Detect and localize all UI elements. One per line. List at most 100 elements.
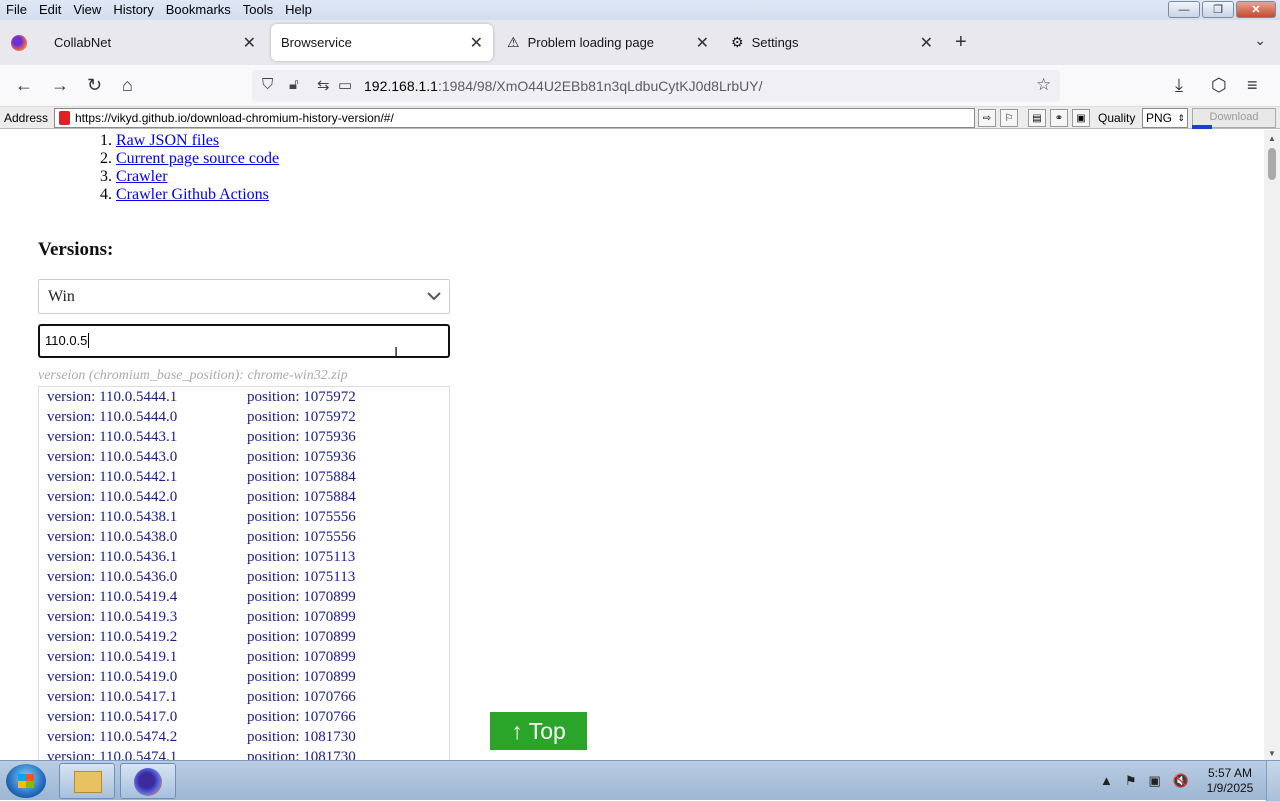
version-row[interactable]: version: 110.0.5419.2 position: 1070899 <box>39 627 449 647</box>
version-label[interactable]: version: 110.0.5443.0 <box>47 449 177 466</box>
position-label[interactable]: position: 1070899 <box>247 649 356 666</box>
position-label[interactable]: position: 1070899 <box>247 669 356 686</box>
position-label[interactable]: position: 1070899 <box>247 589 356 606</box>
extensions-icon[interactable]: ⬡ <box>1211 75 1227 96</box>
scroll-down-icon[interactable]: ▼ <box>1268 749 1276 758</box>
restore-button[interactable]: ❐ <box>1202 1 1234 18</box>
position-label[interactable]: position: 1081730 <box>247 729 356 746</box>
position-label[interactable]: position: 1075113 <box>247 569 355 586</box>
reload-button[interactable]: ↻ <box>87 75 102 96</box>
page-scrollbar[interactable]: ▲ ▼ <box>1264 130 1280 760</box>
new-tab-button[interactable]: + <box>955 31 967 54</box>
show-hidden-icons-icon[interactable]: ▲ <box>1100 773 1113 789</box>
crawler-actions-link[interactable]: Crawler Github Actions <box>116 186 269 203</box>
volume-muted-icon[interactable]: 🔇 <box>1173 773 1189 789</box>
position-label[interactable]: position: 1075884 <box>247 489 356 506</box>
position-label[interactable]: position: 1075936 <box>247 429 356 446</box>
version-label[interactable]: version: 110.0.5417.1 <box>47 689 177 706</box>
downloads-icon[interactable]: ⤓ <box>1175 75 1183 96</box>
version-row[interactable]: version: 110.0.5419.4 position: 1070899 <box>39 587 449 607</box>
version-label[interactable]: version: 110.0.5443.1 <box>47 429 177 446</box>
menu-history[interactable]: History <box>107 0 159 20</box>
position-label[interactable]: position: 1070899 <box>247 609 356 626</box>
version-row[interactable]: version: 110.0.5436.1 position: 1075113 <box>39 547 449 567</box>
position-label[interactable]: position: 1081730 <box>247 749 356 760</box>
list-all-tabs-icon[interactable]: ⌄ <box>1254 32 1266 49</box>
position-label[interactable]: position: 1075972 <box>247 389 356 406</box>
bookmark-icon[interactable]: ⚐ <box>1000 109 1018 127</box>
version-row[interactable]: version: 110.0.5417.1 position: 1070766 <box>39 687 449 707</box>
close-tab-icon[interactable]: ✕ <box>243 33 256 53</box>
home-button[interactable]: ⌂ <box>122 75 133 96</box>
menu-view[interactable]: View <box>67 0 107 20</box>
menu-tools[interactable]: Tools <box>237 0 279 20</box>
back-to-top-button[interactable]: ↑ Top <box>490 712 587 750</box>
position-label[interactable]: position: 1075884 <box>247 469 356 486</box>
version-label[interactable]: version: 110.0.5419.0 <box>47 669 177 686</box>
close-tab-icon[interactable]: ✕ <box>470 33 483 53</box>
position-label[interactable]: position: 1075936 <box>247 449 356 466</box>
network-icon[interactable]: ▣ <box>1149 773 1161 789</box>
position-label[interactable]: position: 1070766 <box>247 709 356 726</box>
version-label[interactable]: version: 110.0.5442.0 <box>47 489 177 506</box>
version-label[interactable]: version: 110.0.5436.1 <box>47 549 177 566</box>
raw-json-link[interactable]: Raw JSON files <box>116 132 219 149</box>
position-label[interactable]: position: 1070899 <box>247 629 356 646</box>
version-row[interactable]: version: 110.0.5442.0 position: 1075884 <box>39 487 449 507</box>
go-arrow-icon[interactable]: ⇨ <box>978 109 996 127</box>
version-label[interactable]: version: 110.0.5417.0 <box>47 709 177 726</box>
close-tab-icon[interactable]: ✕ <box>696 33 709 53</box>
position-label[interactable]: position: 1075972 <box>247 409 356 426</box>
position-label[interactable]: position: 1075556 <box>247 529 356 546</box>
position-label[interactable]: position: 1075113 <box>247 549 355 566</box>
tab-problem-loading[interactable]: ⚠ Problem loading page ✕ <box>497 24 719 61</box>
version-label[interactable]: version: 110.0.5419.2 <box>47 629 177 646</box>
scrollbar-thumb[interactable] <box>1268 148 1276 180</box>
position-label[interactable]: position: 1075556 <box>247 509 356 526</box>
menu-help[interactable]: Help <box>279 0 318 20</box>
menu-bookmarks[interactable]: Bookmarks <box>160 0 237 20</box>
close-tab-icon[interactable]: ✕ <box>920 33 933 53</box>
back-button[interactable]: ← <box>15 75 33 96</box>
page-source-link[interactable]: Current page source code <box>116 150 279 167</box>
quality-select[interactable]: PNG ⇕ <box>1142 108 1188 128</box>
version-label[interactable]: version: 110.0.5444.1 <box>47 389 177 406</box>
version-row[interactable]: version: 110.0.5444.1 position: 1075972 <box>39 387 449 407</box>
tab-browservice[interactable]: Browservice ✕ <box>271 24 493 61</box>
version-label[interactable]: version: 110.0.5442.1 <box>47 469 177 486</box>
version-label[interactable]: version: 110.0.5419.3 <box>47 609 177 626</box>
minimize-button[interactable]: — <box>1168 1 1200 18</box>
app-menu-icon[interactable]: ≡ <box>1247 75 1258 96</box>
os-select[interactable]: Win <box>38 279 450 314</box>
version-label[interactable]: version: 110.0.5436.0 <box>47 569 177 586</box>
close-window-button[interactable]: ✕ <box>1236 1 1276 18</box>
version-label[interactable]: version: 110.0.5419.4 <box>47 589 177 606</box>
find-icon[interactable]: ⚭ <box>1050 109 1068 127</box>
version-row[interactable]: version: 110.0.5419.3 position: 1070899 <box>39 607 449 627</box>
clipboard-icon[interactable]: ▣ <box>1072 109 1090 127</box>
insecure-lock-icon[interactable]: 🔓︎ <box>289 76 299 93</box>
version-label[interactable]: version: 110.0.5438.1 <box>47 509 177 526</box>
version-label[interactable]: version: 110.0.5444.0 <box>47 409 177 426</box>
crawler-link[interactable]: Crawler <box>116 168 168 185</box>
version-label[interactable]: version: 110.0.5474.2 <box>47 729 177 746</box>
start-button[interactable] <box>6 764 46 798</box>
version-label[interactable]: version: 110.0.5474.1 <box>47 749 177 760</box>
tab-settings[interactable]: ⚙ Settings ✕ <box>721 24 943 61</box>
version-row[interactable]: version: 110.0.5474.1 position: 1081730 <box>39 747 449 760</box>
menu-edit[interactable]: Edit <box>33 0 67 20</box>
menu-file[interactable]: File <box>0 0 33 20</box>
forward-button[interactable]: → <box>51 75 69 96</box>
version-row[interactable]: version: 110.0.5443.1 position: 1075936 <box>39 427 449 447</box>
action-center-flag-icon[interactable]: ⚑ <box>1125 773 1137 789</box>
position-label[interactable]: position: 1070766 <box>247 689 356 706</box>
version-row[interactable]: version: 110.0.5443.0 position: 1075936 <box>39 447 449 467</box>
version-row[interactable]: version: 110.0.5438.0 position: 1075556 <box>39 527 449 547</box>
version-row[interactable]: version: 110.0.5474.2 position: 1081730 <box>39 727 449 747</box>
clock[interactable]: 5:57 AM 1/9/2025 <box>1200 766 1260 796</box>
taskbar-explorer[interactable] <box>59 763 115 799</box>
version-label[interactable]: version: 110.0.5419.1 <box>47 649 177 666</box>
version-row[interactable]: version: 110.0.5436.0 position: 1075113 <box>39 567 449 587</box>
address-input[interactable]: https://vikyd.github.io/download-chromiu… <box>54 108 975 128</box>
permissions-icon[interactable]: ⇆ <box>317 76 330 94</box>
